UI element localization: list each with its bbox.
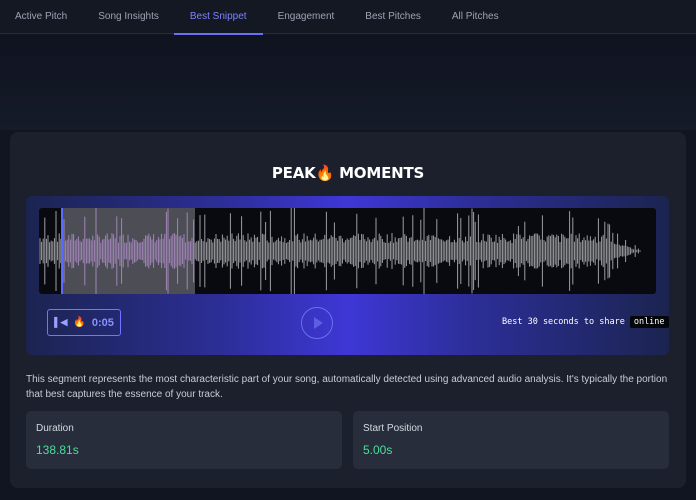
online-badge: online [629, 316, 669, 328]
duration-stat-card: Duration 138.81s [26, 411, 342, 469]
start-position-stat-card: Start Position 5.00s [353, 411, 669, 469]
header-band [0, 35, 696, 130]
start-position-label: Start Position [363, 423, 423, 434]
start-position-value: 5.00s [363, 443, 393, 457]
skip-to-snippet-button[interactable]: ▌◀ 🔥 0:05 [47, 309, 121, 336]
tab-engagement[interactable]: Engagement [278, 0, 335, 34]
skip-back-icon: ▌◀ [54, 317, 68, 327]
play-icon [314, 317, 323, 329]
tab-best-snippet[interactable]: Best Snippet [173, 0, 263, 35]
share-hint: Best 30 seconds to share online [502, 316, 669, 328]
tab-active-pitch[interactable]: Active Pitch [15, 0, 67, 34]
peak-moments-title: PEAK🔥 MOMENTS [0, 164, 696, 182]
snippet-selection-region[interactable] [61, 208, 195, 294]
snippet-time: 0:05 [91, 316, 114, 329]
snippet-description: This segment represents the most charact… [26, 374, 668, 400]
tab-all-pitches[interactable]: All Pitches [452, 0, 499, 34]
play-button[interactable] [301, 307, 333, 339]
share-text: Best 30 seconds to share [502, 317, 625, 327]
peak-title-right: MOMENTS [339, 164, 425, 182]
duration-value: 138.81s [36, 443, 79, 457]
tab-song-insights[interactable]: Song Insights [98, 0, 159, 34]
tab-best-pitches[interactable]: Best Pitches [365, 0, 421, 34]
top-navigation: Active Pitch Song Insights Best Snippet … [0, 0, 696, 35]
fire-icon: 🔥 [315, 164, 335, 182]
duration-label: Duration [36, 423, 74, 434]
peak-title-left: PEAK [271, 164, 316, 182]
waveform[interactable] [39, 208, 656, 294]
fire-icon: 🔥 [73, 317, 86, 328]
